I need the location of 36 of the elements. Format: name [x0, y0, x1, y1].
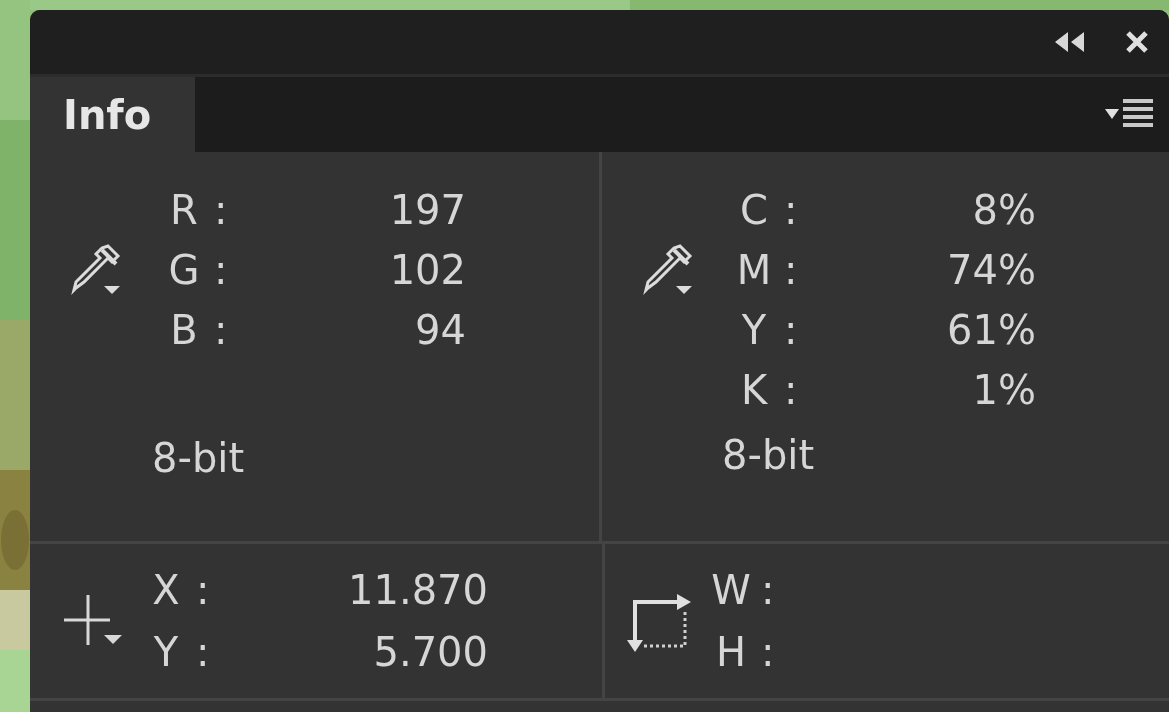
field-label: G	[167, 246, 201, 295]
field-label: C	[739, 186, 769, 235]
field-label: Y	[740, 306, 768, 355]
collapse-icon[interactable]	[1053, 30, 1087, 54]
field-value: 1%	[971, 366, 1036, 415]
field-value: 102	[388, 246, 466, 295]
field-value: 94	[414, 306, 466, 355]
field-value: 5.700	[372, 628, 488, 677]
separator: :	[784, 366, 799, 415]
bit-depth: 8-bit	[152, 434, 246, 483]
separator: :	[784, 186, 799, 235]
separator: :	[196, 566, 211, 615]
separator: :	[214, 306, 229, 355]
field-label: K	[739, 366, 769, 415]
field-label: M	[735, 246, 773, 295]
field-label: B	[169, 306, 199, 355]
field-label: H	[714, 628, 748, 677]
separator: :	[196, 628, 211, 677]
field-label: W	[710, 566, 752, 615]
bit-depth: 8-bit	[722, 431, 816, 480]
field-value: 61%	[946, 306, 1036, 355]
field-value: 8%	[971, 186, 1036, 235]
field-value: 11.870	[347, 566, 488, 615]
field-label: R	[169, 186, 199, 235]
field-label: Y	[152, 628, 180, 677]
field-label: X	[151, 566, 181, 615]
close-icon[interactable]	[1125, 30, 1149, 54]
separator: :	[214, 246, 229, 295]
separator: :	[214, 186, 229, 235]
field-value: 197	[388, 186, 466, 235]
field-value: 74%	[946, 246, 1036, 295]
separator: :	[761, 628, 776, 677]
separator: :	[761, 566, 776, 615]
separator: :	[784, 246, 799, 295]
separator: :	[784, 306, 799, 355]
info-tab[interactable]: Info	[30, 77, 195, 152]
